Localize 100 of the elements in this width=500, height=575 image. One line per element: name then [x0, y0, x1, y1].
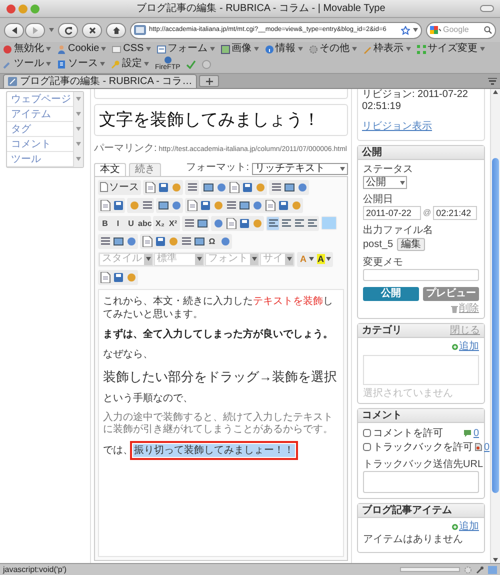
bookmark-menu[interactable]: サイズ変更: [428, 43, 478, 55]
checkbox[interactable]: [363, 429, 371, 437]
caret-icon[interactable]: [146, 257, 150, 261]
document-icon[interactable]: [186, 200, 198, 210]
bookmark-menu[interactable]: CSS: [123, 43, 144, 55]
caret-icon[interactable]: [252, 257, 256, 261]
caret-icon[interactable]: [352, 47, 357, 51]
person-icon[interactable]: [57, 44, 66, 54]
caret-icon[interactable]: [406, 47, 411, 51]
format-button[interactable]: U: [125, 216, 137, 230]
search-field[interactable]: Google: [426, 22, 496, 38]
add-icon[interactable]: [452, 524, 458, 530]
bookmark-menu[interactable]: 画像: [232, 43, 252, 55]
lines-icon[interactable]: [186, 182, 198, 192]
home-icon[interactable]: [112, 26, 120, 34]
title-field[interactable]: 文字を装飾してみましょう！: [94, 104, 348, 136]
sidebar-item[interactable]: アイテム: [7, 106, 73, 122]
edit-button[interactable]: 編集: [397, 238, 426, 251]
caret-icon[interactable]: [100, 62, 105, 66]
caret-icon[interactable]: [101, 47, 106, 51]
format-select[interactable]: リッチテキスト: [252, 162, 348, 174]
bookmark-menu[interactable]: 無効化: [14, 43, 44, 55]
add-link[interactable]: 追加: [459, 341, 479, 353]
lines-icon[interactable]: [180, 236, 192, 246]
dot-icon[interactable]: [252, 218, 262, 228]
caret-icon[interactable]: [196, 257, 202, 261]
editor-body[interactable]: これから、本文・続きに入力したテキストを装飾 してみたいと思います。 まずは、全て入力してしまった方が良いでしょう。 なぜなら、 装飾したい部分をドラッグ→装飾を選択 という手順なので、 入力の途中で装飾すると、続けて入力したテキストに装飾が引き継がれてしまうことがあるからです。 では、振り切って装飾してみましょー！！: [98, 288, 344, 557]
sidebar-item[interactable]: ツール: [7, 152, 73, 166]
caret-icon[interactable]: [46, 47, 51, 51]
search-engine-icon[interactable]: [430, 25, 441, 35]
selected-text[interactable]: 振り切って装飾してみましょー！！: [133, 444, 295, 456]
count-link[interactable]: 0: [473, 426, 479, 440]
format-button[interactable]: X²: [167, 216, 179, 230]
dot-icon[interactable]: [170, 200, 182, 210]
sidebar-item[interactable]: タグ: [7, 122, 73, 136]
gear-icon[interactable]: [308, 44, 318, 54]
square-icon[interactable]: [112, 272, 124, 282]
format-button[interactable]: B: [99, 216, 111, 230]
sidebar-item[interactable]: ウェブページ: [7, 92, 73, 106]
lines-icon[interactable]: [100, 236, 110, 246]
caret-icon[interactable]: [46, 62, 51, 66]
search-icon[interactable]: [484, 26, 492, 34]
image-icon[interactable]: [220, 44, 230, 54]
checkbox[interactable]: [363, 443, 371, 451]
browser-tab[interactable]: ブログ記事の編集 - RUBRICA - コラ…: [3, 74, 198, 88]
square-icon[interactable]: [238, 218, 250, 228]
square-icon[interactable]: [158, 182, 168, 192]
dot-icon[interactable]: [170, 182, 182, 192]
source-button[interactable]: ソース: [99, 180, 140, 194]
add-link[interactable]: 追加: [459, 521, 479, 533]
back-icon[interactable]: [10, 26, 18, 34]
square-icon[interactable]: [112, 236, 124, 246]
caret-icon[interactable]: [480, 47, 485, 51]
close-icon[interactable]: [88, 26, 96, 34]
square-icon[interactable]: [112, 200, 124, 210]
back-button[interactable]: [4, 22, 24, 38]
caret-icon[interactable]: [340, 166, 345, 170]
document-icon[interactable]: [100, 200, 110, 210]
stop-button[interactable]: [82, 22, 102, 38]
document-icon[interactable]: [100, 182, 108, 192]
tab-list-icon[interactable]: [488, 78, 497, 85]
format-button[interactable]: abc: [138, 216, 150, 230]
add-icon[interactable]: [452, 344, 458, 350]
caret-icon[interactable]: [400, 180, 405, 184]
time-field[interactable]: 02:21:42: [433, 206, 478, 220]
square-icon[interactable]: [242, 182, 252, 192]
square-icon[interactable]: [158, 200, 168, 210]
lines-icon[interactable]: [270, 182, 282, 192]
square-icon[interactable]: [154, 236, 166, 246]
color-swatch[interactable]: [322, 217, 336, 229]
status-select[interactable]: 公開: [363, 176, 407, 189]
lines-icon[interactable]: [142, 200, 152, 210]
dot-icon[interactable]: [216, 182, 226, 192]
square-icon[interactable]: [238, 200, 250, 210]
square-icon[interactable]: [194, 236, 204, 246]
dot-icon[interactable]: [126, 236, 136, 246]
star-icon[interactable]: [401, 26, 410, 34]
document-icon[interactable]: [226, 218, 236, 228]
dot-icon[interactable]: [168, 236, 178, 246]
caret-icon[interactable]: [146, 47, 151, 51]
document-icon[interactable]: [228, 182, 240, 192]
envelope-icon[interactable]: [112, 44, 122, 54]
bookmark-menu[interactable]: ソース: [68, 58, 98, 70]
color-button[interactable]: A: [316, 252, 332, 266]
square-icon[interactable]: [284, 182, 294, 192]
dot-icon[interactable]: [128, 200, 140, 210]
trackback-field[interactable]: [363, 471, 479, 493]
document-icon[interactable]: [144, 182, 156, 192]
dot-icon[interactable]: [290, 200, 302, 210]
count-link[interactable]: 0: [484, 440, 490, 454]
plus-icon[interactable]: [206, 78, 213, 84]
document-icon[interactable]: [142, 236, 152, 246]
square-icon[interactable]: [278, 200, 288, 210]
caret-icon[interactable]: [298, 47, 303, 51]
bookmark-menu[interactable]: 情報: [276, 43, 296, 55]
caret-icon[interactable]: [210, 47, 215, 51]
dot-icon[interactable]: [212, 218, 224, 228]
bookmark-menu[interactable]: フォーム: [168, 43, 208, 55]
document-icon[interactable]: [264, 200, 276, 210]
memo-field[interactable]: [363, 269, 479, 281]
